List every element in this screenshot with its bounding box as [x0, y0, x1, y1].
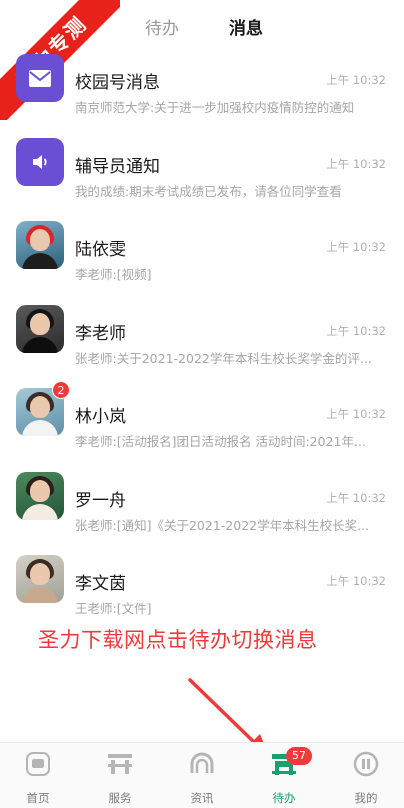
message-item-campus[interactable]: 校园号消息 上午 10:32 南京师范大学:关于进一步加强校内疫情防控的通知	[0, 38, 404, 122]
message-time: 上午 10:32	[326, 73, 386, 87]
nav-todo-label: 待办	[272, 791, 296, 805]
nav-home-label: 首页	[26, 791, 50, 805]
message-preview: 我的成绩:期末考试成绩已发布，请各位同学查看	[75, 183, 342, 199]
message-item-contact[interactable]: 陆依雯 上午 10:32 李老师:[视频]	[0, 205, 404, 289]
message-title: 校园号消息	[75, 73, 160, 93]
annotation-text: 圣力下载网点击待办切换消息	[38, 628, 318, 652]
nav-services[interactable]: 服务	[90, 751, 150, 806]
message-time: 上午 10:32	[326, 490, 386, 505]
campus-avatar	[16, 54, 64, 102]
message-title: 陆依雯	[75, 240, 126, 260]
nav-services-label: 服务	[108, 791, 132, 805]
message-time: 上午 10:32	[326, 240, 386, 254]
avatar	[16, 221, 64, 269]
nav-news[interactable]: 资讯	[172, 751, 232, 806]
message-item-counselor[interactable]: 辅导员通知 上午 10:32 我的成绩:期末考试成绩已发布，请各位同学查看	[0, 122, 404, 206]
profile-icon	[353, 751, 379, 777]
services-icon	[108, 754, 132, 774]
news-icon	[190, 752, 214, 773]
message-preview: 王老师:[文件]	[75, 601, 152, 616]
message-item-contact[interactable]: 李文茵 上午 10:32 王老师:[文件]	[0, 539, 404, 623]
nav-mine[interactable]: 我的	[336, 751, 396, 806]
message-title: 李老师	[75, 323, 126, 344]
nav-todo[interactable]: 57 待办	[254, 747, 314, 806]
message-list: 校园号消息 上午 10:32 南京师范大学:关于进一步加强校内疫情防控的通知 辅…	[0, 38, 404, 623]
nav-mine-label: 我的	[354, 791, 378, 805]
unread-badge: 2	[52, 381, 70, 399]
message-item-contact[interactable]: 罗一舟 上午 10:32 张老师:[通知]《关于2021-2022学年本科生校长…	[0, 456, 404, 540]
message-preview: 张老师:关于2021-2022学年本科生校长奖学金的评...	[75, 350, 372, 366]
message-preview: 李老师:[视频]	[75, 267, 152, 282]
message-preview: 南京师范大学:关于进一步加强校内疫情防控的通知	[75, 100, 355, 115]
avatar	[16, 555, 64, 603]
message-title: 罗一舟	[75, 490, 126, 511]
mail-icon	[29, 69, 51, 87]
tab-todo[interactable]: 待办	[145, 14, 179, 39]
message-preview: 张老师:[通知]《关于2021-2022学年本科生校长奖...	[75, 517, 370, 533]
home-icon	[26, 752, 50, 776]
message-time: 上午 10:32	[326, 323, 386, 338]
message-title: 林小岚	[75, 407, 126, 427]
avatar	[16, 471, 64, 520]
avatar	[16, 304, 64, 353]
speaker-icon	[33, 154, 47, 169]
message-preview: 李老师:[活动报名]团日活动报名 活动时间:2021年...	[75, 434, 366, 449]
message-item-contact[interactable]: 李老师 上午 10:32 张老师:关于2021-2022学年本科生校长奖学金的评…	[0, 289, 404, 373]
nav-home[interactable]: 首页	[8, 751, 68, 806]
message-title: 辅导员通知	[75, 156, 160, 177]
message-item-contact[interactable]: 2 林小岚 上午 10:32 李老师:[活动报名]团日活动报名 活动时间:202…	[0, 372, 404, 456]
tab-messages[interactable]: 消息	[229, 14, 263, 39]
message-time: 上午 10:32	[326, 156, 386, 171]
bottom-nav: 首页 服务 资讯 57 待办 我的	[0, 742, 404, 808]
counselor-avatar	[16, 137, 64, 186]
todo-count-badge: 57	[286, 747, 312, 765]
nav-news-label: 资讯	[190, 791, 214, 805]
message-title: 李文茵	[75, 574, 126, 594]
message-time: 上午 10:32	[326, 407, 386, 421]
message-time: 上午 10:32	[326, 574, 386, 588]
